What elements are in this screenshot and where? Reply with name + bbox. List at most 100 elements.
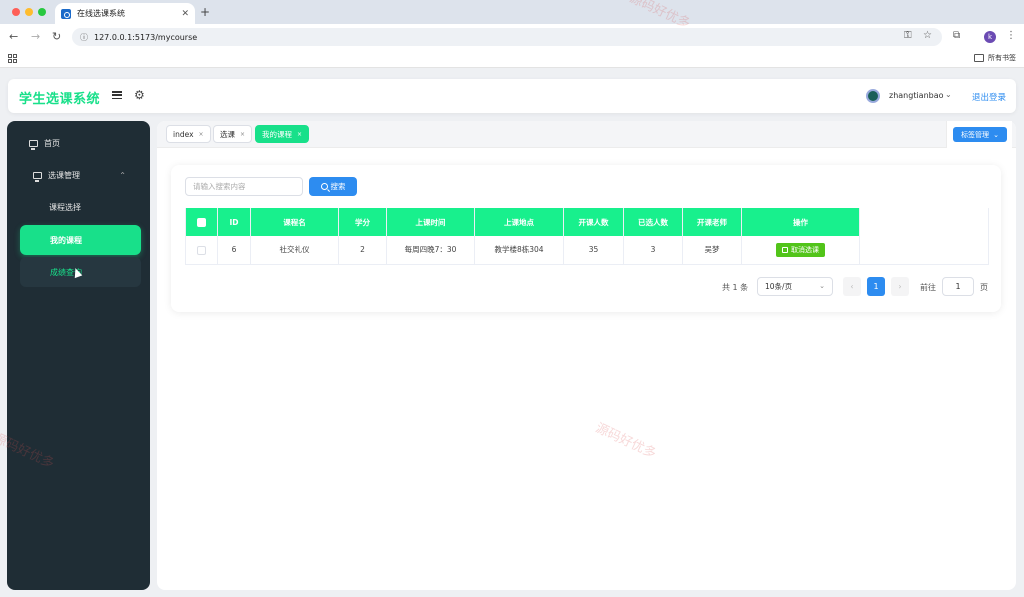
monitor-icon xyxy=(33,171,42,182)
browser-tab-bar: 在线选课系统 ✕ + xyxy=(0,0,1024,24)
monitor-icon xyxy=(29,139,38,150)
tag-index[interactable]: index × xyxy=(166,125,211,143)
cell-time: 每周四晚7：30 xyxy=(386,236,475,265)
search-icon xyxy=(320,183,328,190)
sidebar-item-my-courses[interactable]: 我的课程 xyxy=(20,225,141,255)
url-text: 127.0.0.1:5173/mycourse xyxy=(94,32,198,42)
course-table: ID 课程名 学分 上课时间 上课地点 开课人数 已选人数 开课老师 操作 6 … xyxy=(185,208,989,265)
app-logo: 学生选课系统 xyxy=(19,92,101,107)
url-omnibox[interactable]: ⓘ 127.0.0.1:5173/mycourse xyxy=(72,28,942,46)
all-bookmarks-label: 所有书签 xyxy=(988,54,1016,62)
username-label[interactable]: zhangtianbao xyxy=(889,91,944,100)
column-header: 学分 xyxy=(338,208,387,236)
app-root: 学生选课系统 ⚙ zhangtianbao ⌄ 退出登录 首页 选课管理 ⌃ 课… xyxy=(0,68,1024,597)
current-page-button[interactable]: 1 xyxy=(867,277,885,296)
sidebar-item-home[interactable]: 首页 xyxy=(7,129,150,157)
address-bar-row: ← → ↻ ⓘ 127.0.0.1:5173/mycourse ⚿ ☆ ⧉ ⋮ xyxy=(0,24,1024,50)
browser-tab[interactable]: 在线选课系统 ✕ xyxy=(55,3,195,24)
cell-capacity: 35 xyxy=(563,236,624,265)
goto-unit-label: 页 xyxy=(980,283,988,292)
menu-toggle-icon[interactable] xyxy=(112,91,122,99)
chevron-up-icon: ⌃ xyxy=(119,170,126,180)
maximize-window-button[interactable] xyxy=(38,8,46,16)
extensions-icon[interactable]: ⧉ xyxy=(953,30,960,41)
back-arrow-icon[interactable]: ← xyxy=(9,30,18,43)
table-row: 6 社交礼仪 2 每周四晚7：30 教学楼8栋304 35 3 吴梦 取消选课 xyxy=(185,236,989,265)
settings-gear-icon[interactable]: ⚙ xyxy=(134,88,145,102)
sidebar-item-course-selection[interactable]: 课程选择 xyxy=(7,193,150,221)
page-size-select[interactable]: 10条/页 ⌄ xyxy=(757,277,833,296)
user-avatar[interactable] xyxy=(866,89,880,103)
tab-title: 在线选课系统 xyxy=(77,9,125,18)
next-page-button[interactable]: › xyxy=(891,277,909,296)
cell-place: 教学楼8栋304 xyxy=(474,236,564,265)
apps-grid-icon[interactable] xyxy=(8,54,17,63)
column-header: 课程名 xyxy=(250,208,339,236)
minimize-window-button[interactable] xyxy=(25,8,33,16)
tag-manage-label: 标签管理 xyxy=(961,130,990,139)
sidebar-item-label: 我的课程 xyxy=(50,235,82,245)
password-key-icon[interactable]: ⚿ xyxy=(904,30,912,41)
column-header: 操作 xyxy=(741,208,860,236)
column-header: 上课地点 xyxy=(474,208,564,236)
select-all-checkbox[interactable] xyxy=(185,208,218,236)
close-window-button[interactable] xyxy=(12,8,20,16)
column-header: 开课老师 xyxy=(682,208,742,236)
logout-link[interactable]: 退出登录 xyxy=(972,91,1006,103)
cancel-selection-button[interactable]: 取消选课 xyxy=(776,242,825,257)
cell-course-name: 社交礼仪 xyxy=(250,236,339,265)
main-content: index × 选课 × 我的课程 × 标签管理 ⌄ 搜索 xyxy=(157,121,1016,590)
close-icon[interactable]: × xyxy=(199,131,204,138)
all-bookmarks-button[interactable]: 所有书签 xyxy=(974,53,1016,63)
sidebar-group-course-management[interactable]: 选课管理 ⌃ xyxy=(7,161,150,189)
table-header-row: ID 课程名 学分 上课时间 上课地点 开课人数 已选人数 开课老师 操作 xyxy=(185,208,989,236)
close-tab-icon[interactable]: ✕ xyxy=(181,9,189,19)
goto-page-input[interactable] xyxy=(942,277,974,296)
column-header: 上课时间 xyxy=(386,208,475,236)
cell-teacher: 吴梦 xyxy=(682,236,742,265)
tag-label: 选课 xyxy=(220,129,235,139)
sidebar-item-label: 课程选择 xyxy=(49,202,81,212)
close-icon[interactable]: × xyxy=(297,131,302,138)
forward-arrow-icon[interactable]: → xyxy=(31,30,40,43)
pagination-total: 共 1 条 xyxy=(722,283,749,292)
folder-icon xyxy=(974,54,984,62)
browser-menu-icon[interactable]: ⋮ xyxy=(1006,30,1016,41)
tag-course-select[interactable]: 选课 × xyxy=(213,125,253,143)
bookmark-star-icon[interactable]: ☆ xyxy=(923,30,932,41)
tag-manage-area: 标签管理 ⌄ xyxy=(946,121,1012,148)
bookmark-bar: 所有书签 xyxy=(0,50,1024,68)
search-button-label: 搜索 xyxy=(330,182,346,191)
tag-label: index xyxy=(173,129,194,139)
tag-bar: index × 选课 × 我的课程 × 标签管理 ⌄ xyxy=(157,121,1016,148)
cell-id: 6 xyxy=(217,236,251,265)
close-icon[interactable]: × xyxy=(240,131,245,138)
table-empty-cell xyxy=(859,208,989,236)
reload-icon[interactable]: ↻ xyxy=(52,30,61,43)
tag-my-courses[interactable]: 我的课程 × xyxy=(255,125,310,143)
table-empty-cell xyxy=(859,236,989,265)
edit-icon xyxy=(782,246,788,253)
chevron-down-icon: ⌄ xyxy=(993,130,999,139)
column-header: 开课人数 xyxy=(563,208,624,236)
sidebar-group-label: 选课管理 xyxy=(48,170,80,180)
search-button[interactable]: 搜索 xyxy=(309,177,357,196)
column-header: 已选人数 xyxy=(623,208,683,236)
row-checkbox[interactable] xyxy=(185,236,218,265)
tag-manage-button[interactable]: 标签管理 ⌄ xyxy=(953,127,1007,142)
column-header: ID xyxy=(217,208,251,236)
cell-credit: 2 xyxy=(338,236,387,265)
tag-label: 我的课程 xyxy=(262,129,292,139)
course-card: 搜索 ID 课程名 学分 上课时间 上课地点 开课人数 xyxy=(171,165,1001,312)
profile-avatar[interactable]: k xyxy=(984,31,996,43)
page-size-value: 10条/页 xyxy=(765,282,793,291)
search-input[interactable] xyxy=(185,177,303,196)
chevron-down-icon: ⌄ xyxy=(819,282,825,290)
sidebar-item-label: 首页 xyxy=(44,138,60,148)
site-info-icon[interactable]: ⓘ xyxy=(80,32,88,43)
chevron-down-icon[interactable]: ⌄ xyxy=(945,90,952,99)
prev-page-button[interactable]: ‹ xyxy=(843,277,861,296)
site-favicon-icon xyxy=(61,8,71,19)
cancel-selection-label: 取消选课 xyxy=(791,245,819,254)
new-tab-button[interactable]: + xyxy=(200,5,210,19)
